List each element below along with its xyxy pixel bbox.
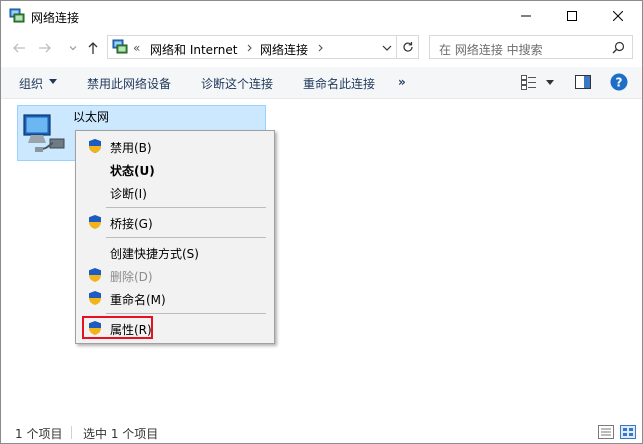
menu-item-delete[interactable]: 删除(D) [78,264,272,286]
title-bar: 网络连接 [1,1,642,31]
uac-shield-icon [89,268,101,282]
status-bar: 1 个项目 选中 1 个项目 [1,421,642,443]
chevron-right-icon[interactable] [318,44,324,52]
menu-item-label: 状态(U) [110,164,155,178]
chevron-down-icon[interactable] [546,80,554,86]
search-box[interactable]: 在 网络连接 中搜索 [429,35,633,59]
preview-pane-icon[interactable] [575,75,591,89]
search-icon[interactable] [612,41,625,54]
refresh-icon [402,42,413,52]
refresh-button[interactable] [397,35,419,59]
details-view-icon[interactable] [598,425,614,439]
arrow-right-icon [39,43,51,53]
properties-highlight-box [82,316,153,339]
menu-item-label: 重命名(M) [110,293,166,307]
chevron-down-icon [69,46,77,51]
menu-item-diagnose[interactable]: 诊断(I) [78,181,272,203]
menu-item-label: 桥接(G) [110,217,153,231]
menu-item-label: 删除(D) [110,270,153,284]
explorer-window: 网络连接 « 网络和 Internet 网络连接 在 网络连接 中搜索 组织 禁… [0,0,643,444]
back-button[interactable] [11,40,27,56]
network-connections-icon [9,8,25,23]
uac-shield-icon [89,291,101,305]
uac-shield-icon [89,139,101,153]
svg-text:?: ? [616,76,623,90]
minimize-button[interactable] [503,1,549,31]
rename-button[interactable]: 重命名此连接 [303,75,375,92]
arrow-left-icon [13,43,25,53]
chevron-down-icon[interactable] [382,44,392,52]
chevron-right-icon[interactable] [247,44,253,52]
uac-shield-icon [89,215,101,229]
menu-item-label: 诊断(I) [110,187,147,201]
close-button[interactable] [595,1,641,31]
selected-count: 选中 1 个项目 [83,427,159,441]
menu-item-status[interactable]: 状态(U) [78,158,272,180]
menu-item-create-shortcut[interactable]: 创建快捷方式(S) [78,241,272,263]
breadcrumb-network-internet[interactable]: 网络和 Internet [150,41,237,58]
arrow-up-icon [88,42,98,54]
maximize-button[interactable] [549,1,595,31]
address-bar[interactable]: « 网络和 Internet 网络连接 [107,35,397,59]
menu-separator [106,313,266,314]
breadcrumb-network-connections[interactable]: 网络连接 [260,41,308,58]
window-title: 网络连接 [31,11,80,25]
menu-item-disable[interactable]: 禁用(B) [78,135,272,157]
recent-locations-button[interactable] [65,40,81,56]
more-commands-button[interactable]: » [398,75,406,89]
large-icons-view-icon[interactable] [620,425,636,439]
command-bar: 组织 禁用此网络设备 诊断这个连接 重命名此连接 » ? [1,67,642,99]
minimize-icon [521,15,531,17]
menu-separator [106,207,266,208]
status-divider [71,426,72,439]
search-placeholder: 在 网络连接 中搜索 [439,43,543,57]
maximize-icon [567,11,577,21]
context-menu: 禁用(B) 状态(U) 诊断(I) 桥接(G) 创建快捷方式(S) 删除(D) … [75,130,275,344]
menu-item-rename[interactable]: 重命名(M) [78,287,272,309]
forward-button[interactable] [37,40,53,56]
navigation-bar: « 网络和 Internet 网络连接 在 网络连接 中搜索 [1,35,642,61]
menu-separator [106,237,266,238]
help-icon[interactable]: ? [610,73,628,91]
menu-item-label: 创建快捷方式(S) [110,247,199,261]
chevron-down-icon[interactable] [49,79,57,85]
menu-item-bridge[interactable]: 桥接(G) [78,211,272,233]
connection-name: 以太网 [73,110,110,124]
breadcrumb-overflow[interactable]: « [133,41,140,55]
organize-menu[interactable]: 组织 [19,75,43,92]
up-button[interactable] [85,40,101,56]
menu-item-label: 禁用(B) [110,141,152,155]
ethernet-adapter-icon [23,114,65,152]
close-icon [613,11,623,21]
disable-device-button[interactable]: 禁用此网络设备 [87,75,171,92]
item-count: 1 个项目 [15,427,63,441]
change-view-icon[interactable] [521,75,537,90]
diagnose-button[interactable]: 诊断这个连接 [201,75,273,92]
network-connections-icon [112,39,128,54]
